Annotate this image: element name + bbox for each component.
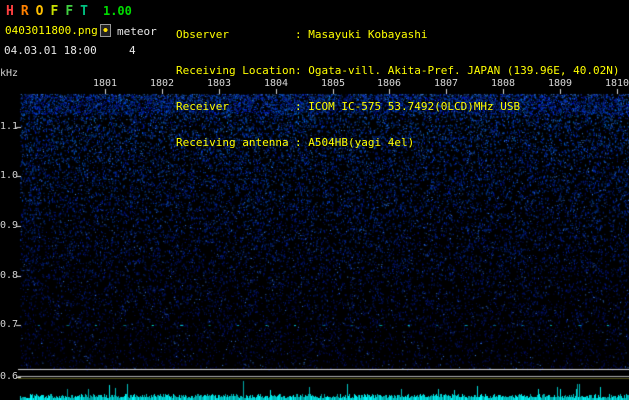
x-tick-label: 1806 (376, 78, 402, 89)
y-tick-label: 0.6 (0, 371, 19, 382)
info-row-antenna: Receiving antenna: A504HB(yagi 4el) (176, 137, 620, 149)
x-tick-label: 1810 (604, 78, 629, 89)
info-label: Receiver (176, 100, 229, 113)
x-tick-label: 1807 (433, 78, 459, 89)
y-tick-label: 0.8 (0, 270, 19, 281)
info-value: ICOM IC-575 53.7492(0LCD)MHz USB (308, 100, 521, 113)
y-tick-label: 1.0 (0, 170, 19, 181)
x-tick-label: 1808 (490, 78, 516, 89)
y-tick-label: 0.7 (0, 319, 19, 330)
info-colon: : (295, 136, 309, 149)
x-tick-label: 1803 (206, 78, 232, 89)
info-label: Observer (176, 28, 229, 41)
output-filename: 0403011800.png (5, 24, 98, 37)
y-tick-label: 1.1 (0, 121, 19, 132)
y-tick-label: 0.9 (0, 220, 19, 231)
x-tick-label: 1804 (263, 78, 289, 89)
logo-letter: O (35, 4, 44, 19)
info-row-receiver: Receiver: ICOM IC-575 53.7492(0LCD)MHz U… (176, 101, 620, 113)
info-value: Masayuki Kobayashi (308, 28, 428, 41)
info-row-observer: Observer: Masayuki Kobayashi (176, 29, 620, 41)
hrofft-output: H R O F F T 1.00 0403011800.png meteor 04.03.0… (0, 0, 629, 400)
app-version: 1.00 (102, 4, 132, 18)
logo-letter: H (6, 4, 14, 19)
x-tick-label: 1809 (547, 78, 573, 89)
logo-letter: F (65, 4, 74, 19)
x-tick-label: 1805 (320, 78, 346, 89)
info-colon: : (295, 100, 309, 113)
info-label: Receiving antenna (176, 136, 289, 149)
logo-letter: T (80, 4, 88, 19)
info-colon: : (295, 64, 309, 77)
info-value: Ogata-vill. Akita-Pref. JAPAN (139.96E, … (308, 64, 620, 77)
info-row-location: Receiving Location: Ogata-vill. Akita-Pr… (176, 65, 620, 77)
x-tick-label: 1802 (149, 78, 175, 89)
y-axis-unit: kHz (0, 68, 19, 79)
observation-datetime: 04.03.01 18:00 (4, 44, 97, 57)
station-info: Observer: Masayuki Kobayashi Receiving L… (176, 5, 620, 173)
app-logo: H R O F F T 1.00 (6, 4, 132, 19)
observation-mode-label: meteor (117, 25, 157, 38)
echo-count: 4 (129, 44, 136, 57)
x-tick-label: 1801 (92, 78, 118, 89)
info-value: A504HB(yagi 4el) (308, 136, 415, 149)
stamp-icon (100, 24, 111, 37)
info-colon: : (295, 28, 309, 41)
logo-letter: F (50, 4, 59, 19)
info-label: Receiving Location (176, 64, 296, 77)
logo-letter: R (20, 4, 29, 19)
